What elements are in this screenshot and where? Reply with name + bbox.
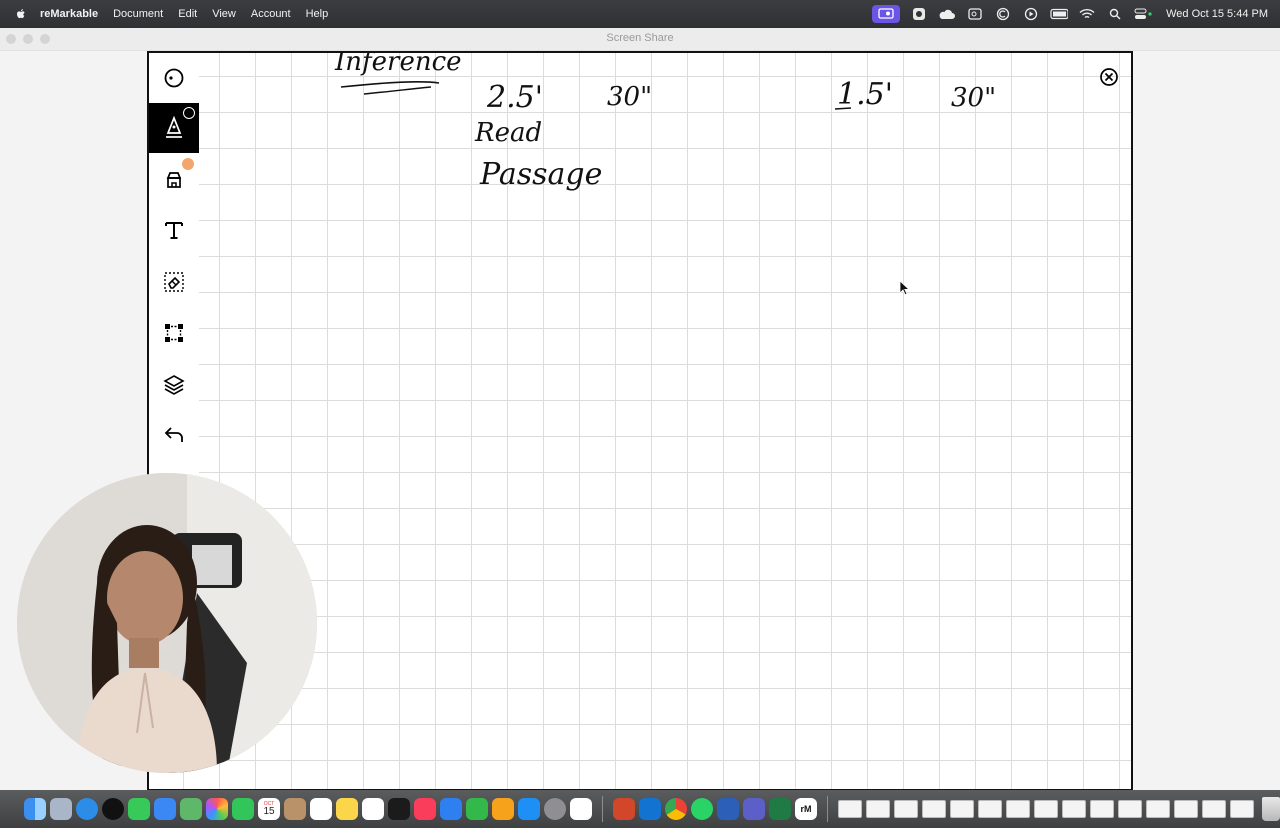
dock-window-thumbnail[interactable] — [1118, 800, 1142, 818]
menu-view[interactable]: View — [212, 8, 236, 20]
svg-text:1.5': 1.5' — [837, 77, 893, 112]
dock-window-thumbnail[interactable] — [894, 800, 918, 818]
handwriting-30-seconds-2: 30" — [951, 83, 996, 113]
dock-outlook-icon[interactable] — [639, 798, 661, 820]
window-title: Screen Share — [606, 32, 674, 44]
dock-mail-icon[interactable] — [154, 798, 176, 820]
dock-word-icon[interactable] — [717, 798, 739, 820]
control-center-icon[interactable] — [1134, 7, 1152, 21]
dock-finder-icon[interactable] — [24, 798, 46, 820]
apple-icon[interactable] — [14, 7, 28, 21]
dock-window-thumbnail[interactable] — [1174, 800, 1198, 818]
dock-maps-icon[interactable] — [180, 798, 202, 820]
dock-reminders-icon[interactable] — [310, 798, 332, 820]
menu-clock[interactable]: Wed Oct 15 5:44 PM — [1166, 8, 1268, 20]
dock-notes-icon[interactable] — [336, 798, 358, 820]
handwriting-read: Read — [474, 118, 542, 148]
handwriting-30-seconds-1: 30" — [607, 82, 652, 112]
dock-messages-icon[interactable] — [128, 798, 150, 820]
handwriting-inference: Inference — [334, 53, 462, 95]
wifi-icon[interactable] — [1078, 7, 1096, 21]
dock-window-thumbnail[interactable] — [922, 800, 946, 818]
dock-window-thumbnail[interactable] — [838, 800, 862, 818]
dock-whatsapp-icon[interactable] — [691, 798, 713, 820]
handwriting-2-5-minutes: 2.5' — [486, 80, 543, 115]
dock-window-thumbnail[interactable] — [1034, 800, 1058, 818]
dock-window-thumbnail[interactable] — [1006, 800, 1030, 818]
menu-account[interactable]: Account — [251, 8, 291, 20]
dock-freeform-icon[interactable] — [362, 798, 384, 820]
dock-excel-icon[interactable] — [769, 798, 791, 820]
camera-app-icon[interactable] — [910, 7, 928, 21]
mouse-cursor-icon — [899, 280, 911, 296]
dock: OCT 15 rM — [0, 790, 1280, 828]
dock-chrome-icon[interactable] — [665, 798, 687, 820]
dock-window-thumbnail[interactable] — [1202, 800, 1226, 818]
dock-separator — [602, 796, 603, 822]
dock-chatgpt-icon[interactable] — [102, 798, 124, 820]
dock-window-thumbnail[interactable] — [1146, 800, 1170, 818]
battery-icon[interactable] — [1050, 7, 1069, 21]
dock-powerpoint-icon[interactable] — [613, 798, 635, 820]
dock-tv-icon[interactable] — [388, 798, 410, 820]
dock-window-thumbnail[interactable] — [866, 800, 890, 818]
webcam-overlay[interactable] — [17, 473, 317, 773]
dock-trash-icon[interactable] — [1262, 797, 1280, 821]
outlook-status-icon[interactable] — [966, 7, 984, 21]
presenter-video-image — [17, 473, 317, 773]
menu-document[interactable]: Document — [113, 8, 163, 20]
dock-separator — [827, 796, 828, 822]
dock-music-icon[interactable] — [414, 798, 436, 820]
dock-numbers-icon[interactable] — [466, 798, 488, 820]
dock-window-thumbnail[interactable] — [978, 800, 1002, 818]
app-menu-remarkable[interactable]: reMarkable — [40, 8, 98, 20]
dock-photos-icon[interactable] — [206, 798, 228, 820]
dock-window-thumbnail[interactable] — [1062, 800, 1086, 818]
handwriting-1-5-minutes: 1.5' — [834, 77, 893, 112]
dock-system-settings-icon[interactable] — [544, 798, 566, 820]
svg-text:Inference: Inference — [334, 53, 462, 77]
menu-help[interactable]: Help — [306, 8, 329, 20]
menu-edit[interactable]: Edit — [178, 8, 197, 20]
dock-facetime-icon[interactable] — [232, 798, 254, 820]
dock-safari-icon[interactable] — [76, 798, 98, 820]
cloud-icon[interactable] — [938, 7, 956, 21]
dock-window-thumbnail[interactable] — [950, 800, 974, 818]
calendar-day-label: 15 — [263, 805, 275, 817]
grammarly-icon[interactable] — [994, 7, 1012, 21]
screen-share-titlebar: Screen Share — [0, 28, 1280, 51]
dock-zotero-icon[interactable] — [570, 798, 592, 820]
dock-launchpad-icon[interactable] — [50, 798, 72, 820]
dock-window-thumbnail[interactable] — [1090, 800, 1114, 818]
dock-keynote-icon[interactable] — [440, 798, 462, 820]
play-icon[interactable] — [1022, 7, 1040, 21]
dock-remarkable-icon[interactable]: rM — [795, 798, 817, 820]
dock-contacts-icon[interactable] — [284, 798, 306, 820]
screen-share-icon[interactable] — [872, 5, 901, 23]
dock-window-thumbnail[interactable] — [1230, 800, 1254, 818]
status-area: Wed Oct 15 5:44 PM — [872, 0, 1268, 28]
menu-bar: reMarkable Document Edit View Account He… — [0, 0, 1280, 28]
dock-teams-icon[interactable] — [743, 798, 765, 820]
dock-app-store-icon[interactable] — [518, 798, 540, 820]
search-icon[interactable] — [1106, 7, 1124, 21]
dock-pages-icon[interactable] — [492, 798, 514, 820]
handwriting-passage: Passage — [479, 157, 602, 192]
dock-calendar-icon[interactable]: OCT 15 — [258, 798, 280, 820]
